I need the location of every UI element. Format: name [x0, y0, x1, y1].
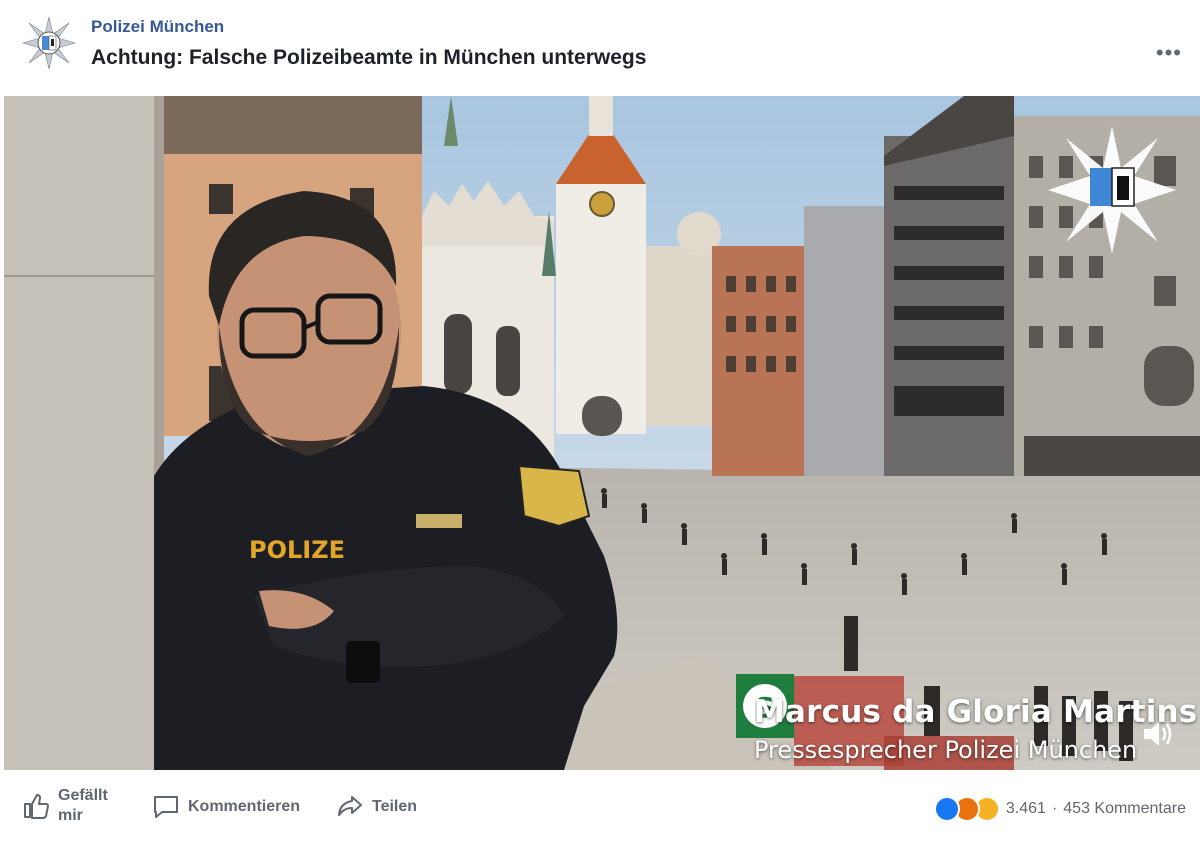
video-frame: S POLIZE	[4, 96, 1200, 770]
police-star-watermark-icon	[1046, 124, 1178, 256]
like-reaction-icon	[933, 796, 960, 822]
like-thumb-icon	[24, 794, 49, 819]
reactions-summary[interactable]: 3.461 · 453 Kommentare	[933, 796, 1186, 822]
comments-count-link[interactable]: 453 Kommentare	[1063, 800, 1186, 818]
post-header: Polizei München Achtung: Falsche Polizei…	[0, 0, 1200, 96]
speaker-role: Pressesprecher Polizei München	[754, 736, 1138, 764]
comment-button[interactable]: Kommentieren	[152, 794, 300, 820]
volume-icon[interactable]	[1142, 719, 1174, 749]
post-title: Achtung: Falsche Polizeibeamte in Münche…	[91, 46, 647, 69]
comment-label: Kommentieren	[188, 798, 301, 815]
video-player[interactable]: S POLIZE Marcus da Gloria Martins Presse…	[4, 96, 1200, 770]
speaker-name: Marcus da Gloria Martins	[754, 694, 1198, 730]
more-options-icon[interactable]: •••	[1156, 42, 1182, 64]
comment-bubble-icon	[154, 796, 178, 818]
speaker-lower-third: Marcus da Gloria Martins Pressesprecher …	[754, 694, 1197, 764]
page-name-link[interactable]: Polizei München	[91, 17, 224, 37]
facebook-post: Polizei München Achtung: Falsche Polizei…	[0, 0, 1200, 843]
police-star-logo-icon[interactable]	[21, 16, 77, 70]
share-arrow-icon	[338, 796, 362, 816]
reaction-count[interactable]: 3.461	[1006, 800, 1046, 818]
like-button[interactable]: Gefällt mir	[22, 786, 118, 826]
separator: ·	[1051, 800, 1058, 817]
uniform-text: POLIZE	[249, 536, 345, 564]
like-label: Gefällt mir	[58, 787, 108, 824]
share-button[interactable]: Teilen	[336, 794, 417, 820]
post-actions-bar: Gefällt mir Kommentieren Teilen 3.461 · …	[0, 772, 1200, 843]
share-label: Teilen	[372, 798, 418, 815]
